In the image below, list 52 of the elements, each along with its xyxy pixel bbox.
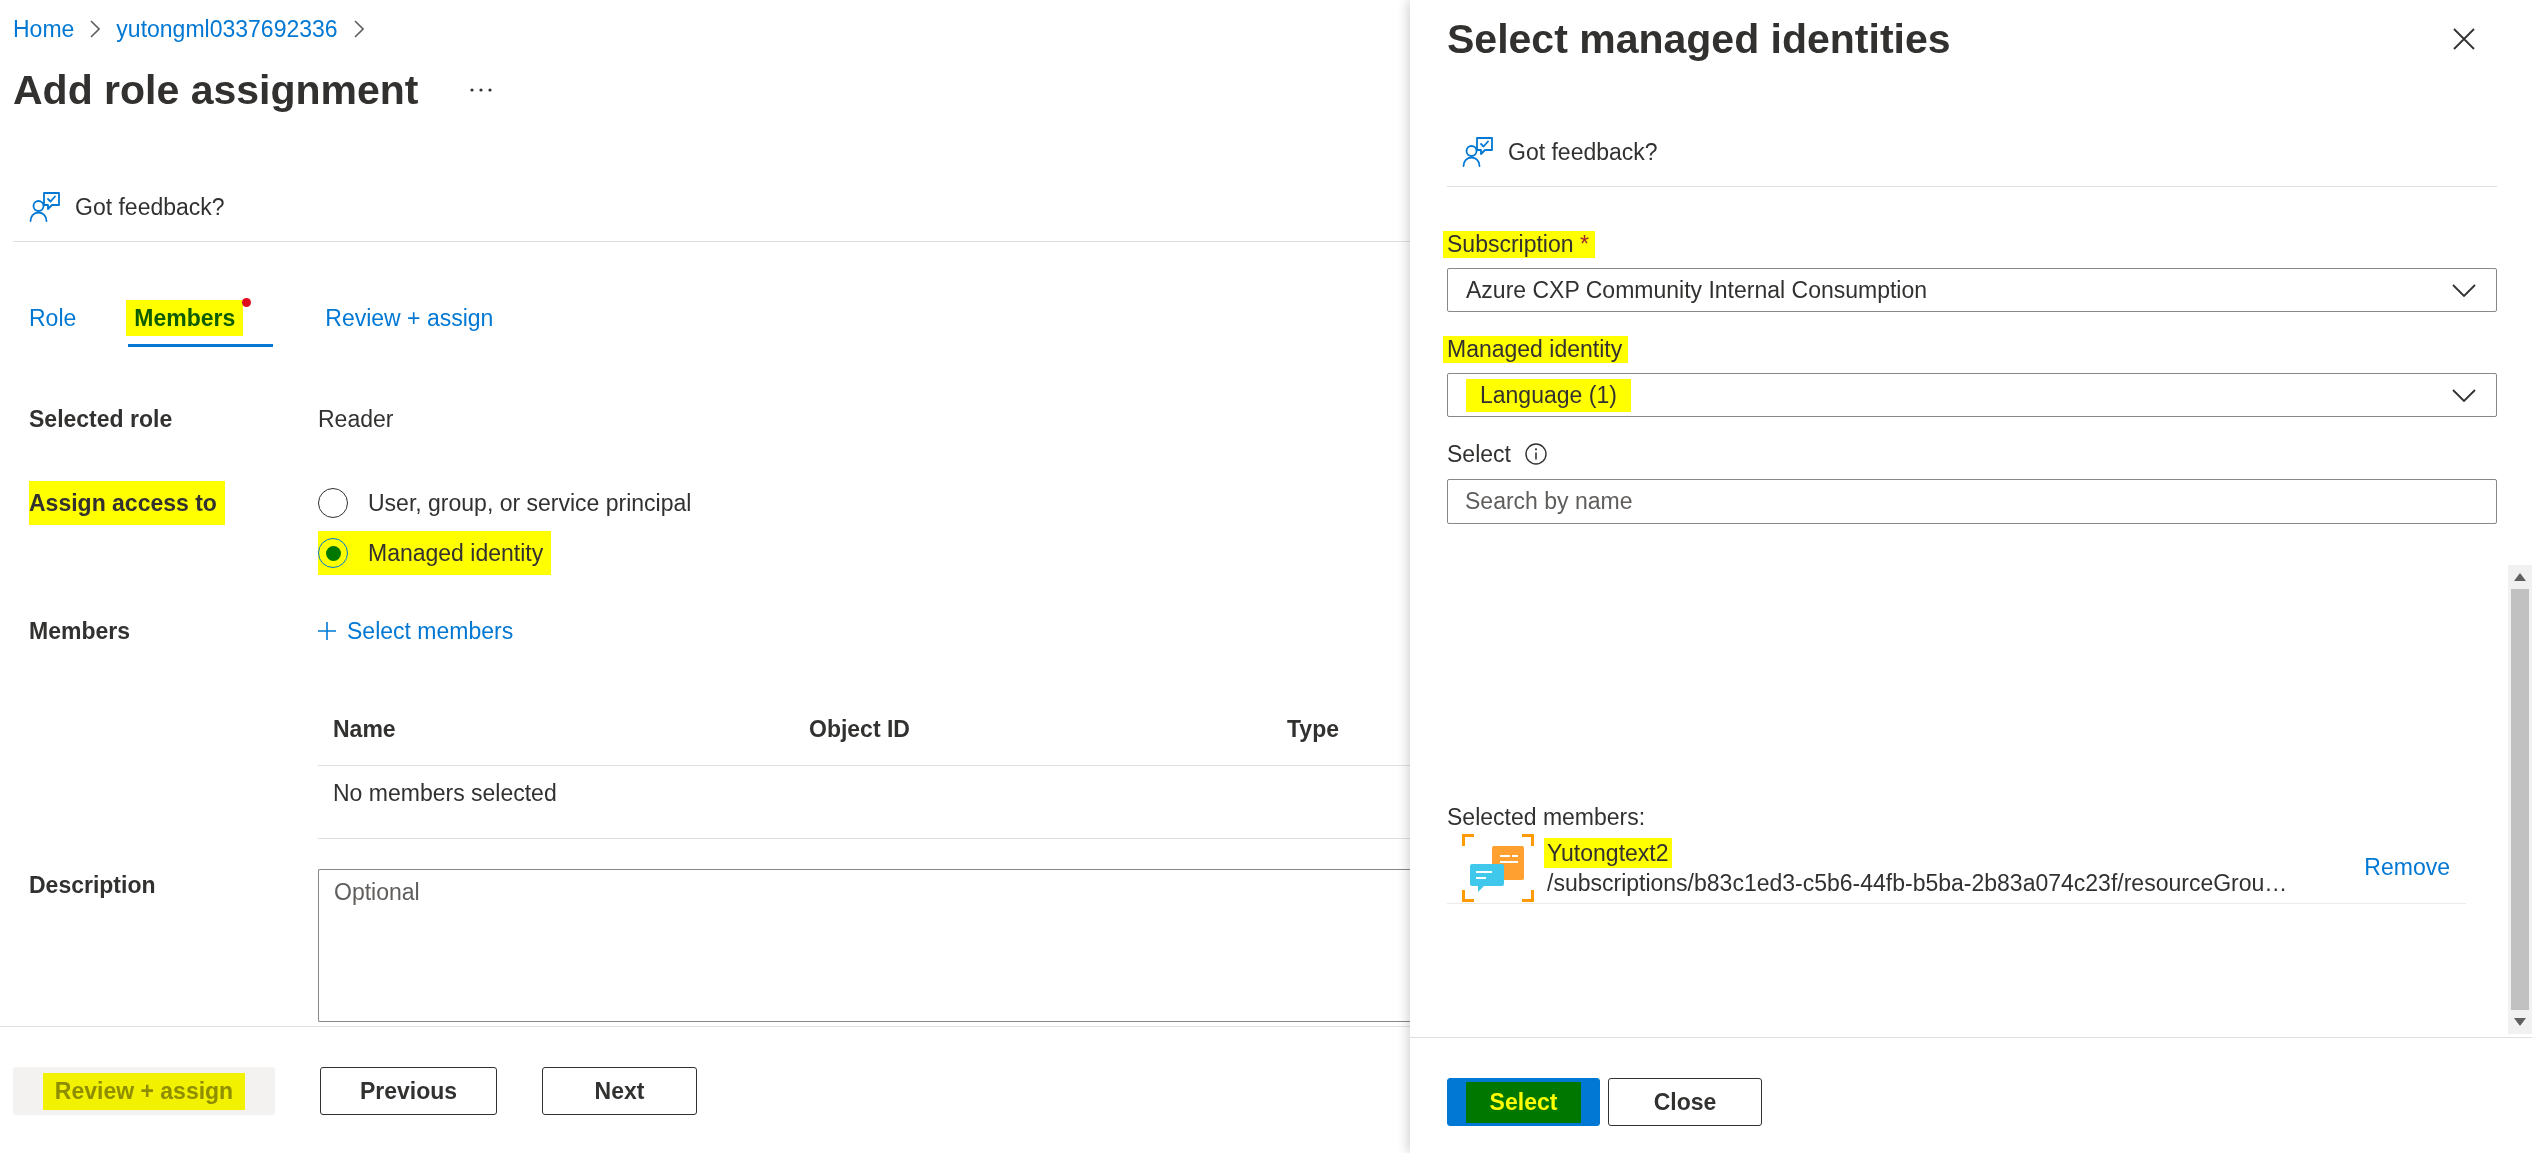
plus-icon	[318, 622, 336, 640]
close-button[interactable]: Close	[1608, 1078, 1762, 1126]
scroll-up-icon[interactable]	[2514, 573, 2526, 581]
member-name: Yutongtext2	[1544, 837, 1672, 868]
feedback-icon	[29, 191, 61, 223]
field-label: Managed identity	[1443, 335, 1629, 363]
field-value: Reader	[318, 405, 394, 433]
panel-title: Select managed identities	[1447, 16, 1951, 62]
chevron-right-icon	[90, 20, 101, 38]
next-button[interactable]: Next	[542, 1067, 697, 1115]
more-icon[interactable]	[468, 87, 493, 93]
info-icon[interactable]	[1524, 443, 1547, 465]
radio-option[interactable]: Managed identity	[318, 531, 552, 575]
description-field[interactable]: Optional	[318, 869, 1410, 1022]
field-label: Assign access to	[29, 481, 225, 525]
chevron-down-icon	[2452, 388, 2476, 402]
column-header: Object ID	[808, 715, 910, 743]
scrollbar-thumb[interactable]	[2511, 589, 2529, 1010]
tab[interactable]: Review + assign	[319, 292, 500, 347]
previous-button[interactable]: Previous	[320, 1067, 497, 1115]
field-label: Description	[29, 871, 156, 899]
dropdown[interactable]: Language (1)	[1447, 373, 2497, 417]
select-members-link[interactable]: Select members	[318, 617, 514, 645]
feedback-link[interactable]: Got feedback?	[29, 191, 225, 223]
feedback-link[interactable]: Got feedback?	[1462, 136, 1658, 168]
field-label: Subscription *	[1443, 230, 1595, 258]
radio-option[interactable]: User, group, or service principal	[318, 481, 700, 525]
column-header: Type	[1286, 715, 1339, 743]
page-title: Add role assignment	[13, 66, 419, 114]
scroll-down-icon[interactable]	[2514, 1018, 2526, 1026]
search-field[interactable]: Search by name	[1447, 479, 2497, 524]
chevron-right-icon	[353, 20, 364, 38]
scrollbar-track[interactable]	[2508, 565, 2532, 1034]
field-label: Select	[1447, 440, 1511, 468]
tab[interactable]: Role	[23, 292, 83, 347]
select-button[interactable]: Select	[1447, 1078, 1600, 1126]
section-label: Selected members:	[1447, 803, 1646, 832]
field-label: Selected role	[29, 405, 173, 433]
dropdown-value: Language (1)	[1466, 378, 1631, 412]
member-path: /subscriptions/b83c1ed3-c5b6-44fb-b5ba-2b83a074c23f/resourceGrou…	[1547, 868, 2288, 898]
column-header: Name	[332, 715, 396, 743]
chevron-down-icon	[2452, 283, 2476, 297]
table-cell-text: No members selected	[332, 779, 557, 807]
remove-link[interactable]: Remove	[2364, 854, 2450, 881]
breadcrumb-link[interactable]: Home	[13, 15, 75, 43]
field-label: Members	[29, 617, 130, 645]
dropdown[interactable]: Azure CXP Community Internal Consumption	[1447, 268, 2497, 312]
close-icon[interactable]	[2453, 28, 2475, 50]
breadcrumb-link[interactable]: yutongml0337692336	[116, 15, 338, 43]
dropdown-value: Azure CXP Community Internal Consumption	[1466, 276, 1928, 304]
chat-bubbles-icon	[1462, 833, 1534, 902]
feedback-icon	[1462, 136, 1494, 168]
